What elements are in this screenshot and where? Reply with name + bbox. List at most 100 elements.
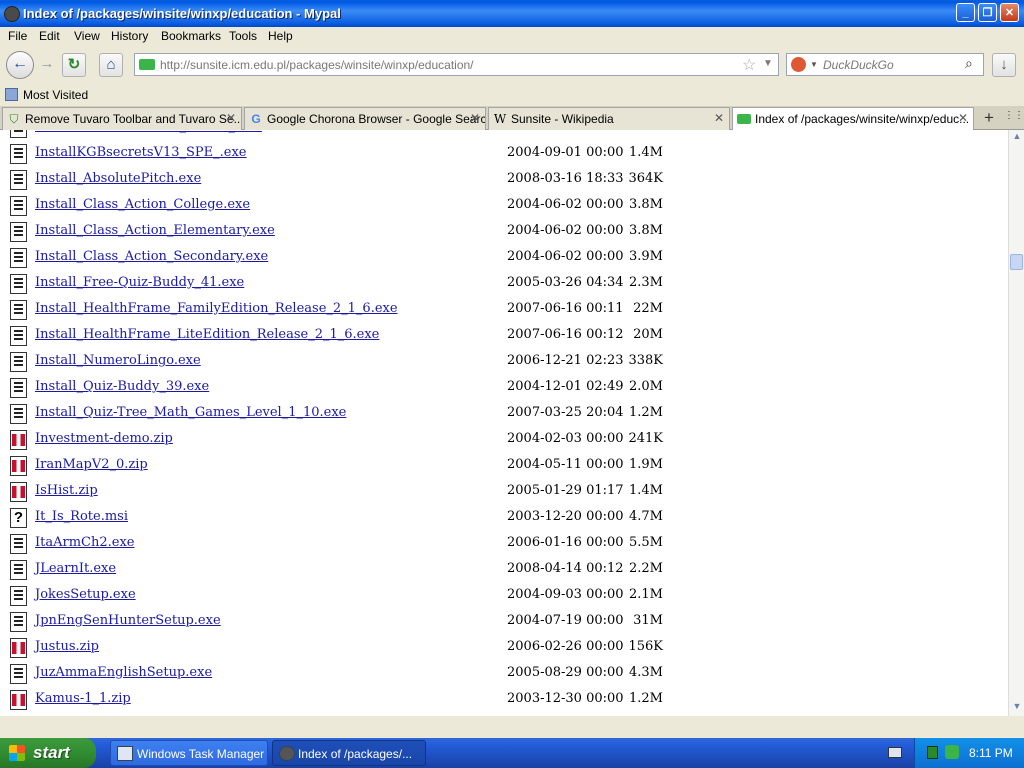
tab-tuvaro[interactable]: ⛉ Remove Tuvaro Toolbar and Tuvaro Se...… — [2, 107, 242, 130]
reload-button[interactable]: ↻ — [62, 53, 86, 77]
downloads-button[interactable]: ↓ — [992, 53, 1016, 77]
vertical-scrollbar[interactable]: ▲ ▼ — [1008, 130, 1024, 716]
menu-file[interactable]: File — [8, 29, 27, 43]
zip-file-icon — [10, 638, 27, 658]
file-link[interactable]: IranMapV2_0.zip — [35, 457, 148, 472]
file-link[interactable]: Install_Quiz-Tree_Math_Games_Level_1_10.… — [35, 405, 346, 420]
file-link[interactable]: ItaArmCh2.exe — [35, 535, 134, 550]
file-row: IsHist.zip 2005-01-29 01:17 1.4M — [0, 480, 1008, 506]
file-size: 2.2M — [629, 561, 663, 576]
menu-tools[interactable]: Tools — [229, 29, 257, 43]
binary-file-icon — [10, 196, 27, 216]
file-link[interactable]: JpnEngSenHunterSetup.exe — [35, 613, 221, 628]
file-size: 3.9M — [629, 249, 663, 264]
file-link[interactable]: It_Is_Rote.msi — [35, 509, 128, 524]
url-dropdown-icon[interactable]: ▼ — [763, 58, 773, 69]
taskbar-task-manager[interactable]: Windows Task Manager — [110, 740, 268, 766]
file-link[interactable]: Install_Class_Action_Elementary.exe — [35, 223, 275, 238]
file-link[interactable]: InstallKGBsecretsV13_MOCL_.exe — [35, 130, 262, 134]
binary-file-icon — [10, 130, 27, 138]
menu-edit[interactable]: Edit — [39, 29, 60, 43]
bookmark-most-visited[interactable]: Most Visited — [23, 88, 88, 102]
file-row: Install_Free-Quiz-Buddy_41.exe 2005-03-26… — [0, 272, 1008, 298]
task-label: Windows Task Manager — [137, 747, 265, 761]
tab-list-button[interactable]: ⋮⋮ — [1004, 110, 1024, 126]
unknown-file-icon: ? — [10, 508, 27, 528]
file-link[interactable]: Install_Free-Quiz-Buddy_41.exe — [35, 275, 244, 290]
binary-file-icon — [10, 612, 27, 632]
file-link[interactable]: Install_NumeroLingo.exe — [35, 353, 201, 368]
tab-close-icon[interactable]: ✕ — [226, 111, 236, 125]
close-button[interactable]: ✕ — [1000, 3, 1019, 22]
file-link[interactable]: Kamus-1_1.zip — [35, 691, 131, 706]
scroll-down-arrow-icon[interactable]: ▼ — [1010, 701, 1024, 715]
file-link[interactable]: JokesSetup.exe — [35, 587, 136, 602]
start-label: start — [33, 743, 70, 762]
file-link[interactable]: Install_HealthFrame_FamilyEdition_Releas… — [35, 301, 398, 316]
file-link[interactable]: InstallKGBsecretsV13_SPE_.exe — [35, 145, 247, 160]
file-link[interactable]: IsHist.zip — [35, 483, 98, 498]
url-text[interactable]: http://sunsite.icm.edu.pl/packages/winsi… — [160, 58, 474, 72]
bookmarks-bar: Most Visited — [0, 84, 1024, 106]
back-button[interactable]: ← — [6, 51, 34, 79]
tab-wikipedia[interactable]: W Sunsite - Wikipedia ✕ — [488, 107, 730, 130]
file-row: Install_Class_Action_Secondary.exe 2004-0… — [0, 246, 1008, 272]
file-row: JokesSetup.exe 2004-09-03 00:00 2.1M — [0, 584, 1008, 610]
file-date: 2004-12-01 02:49 — [507, 379, 624, 394]
menu-view[interactable]: View — [74, 29, 100, 43]
menu-bookmarks[interactable]: Bookmarks — [161, 29, 221, 43]
file-link[interactable]: Install_Class_Action_College.exe — [35, 197, 250, 212]
minimize-button[interactable]: _ — [956, 3, 975, 22]
file-date: 2004-09-01 00:00 — [507, 130, 624, 134]
file-link[interactable]: JuzAmmaEnglishSetup.exe — [35, 665, 212, 680]
search-input[interactable]: DuckDuckGo — [823, 58, 894, 72]
binary-file-icon — [10, 222, 27, 242]
file-link[interactable]: Install_Class_Action_Secondary.exe — [35, 249, 268, 264]
search-bar[interactable]: ▼ DuckDuckGo ⌕ — [786, 53, 984, 76]
keyboard-icon[interactable] — [888, 747, 902, 758]
bookmark-star-icon[interactable]: ☆ — [742, 55, 756, 75]
file-row: Investment-demo.zip 2004-02-03 00:00 241K — [0, 428, 1008, 454]
menu-history[interactable]: History — [111, 29, 148, 43]
file-date: 2004-06-02 00:00 — [507, 249, 624, 264]
file-link[interactable]: Investment-demo.zip — [35, 431, 173, 446]
tray-network-icon[interactable] — [945, 745, 959, 759]
start-button[interactable]: start — [0, 738, 96, 768]
menu-help[interactable]: Help — [268, 29, 293, 43]
window-title: Index of /packages/winsite/winxp/educati… — [23, 6, 341, 21]
file-row: Install_NumeroLingo.exe 2006-12-21 02:23 3… — [0, 350, 1008, 376]
file-link[interactable]: Install_Quiz-Buddy_39.exe — [35, 379, 209, 394]
tab-close-icon[interactable]: ✕ — [714, 111, 724, 125]
maximize-button[interactable]: ❐ — [978, 3, 997, 22]
duckduckgo-icon[interactable] — [791, 57, 806, 72]
scroll-thumb[interactable] — [1010, 254, 1023, 270]
tab-index-education[interactable]: Index of /packages/winsite/winxp/educ...… — [732, 107, 974, 130]
file-link[interactable]: JLearnIt.exe — [35, 561, 116, 576]
home-button[interactable]: ⌂ — [99, 53, 123, 77]
file-date: 2006-12-21 02:23 — [507, 353, 624, 368]
file-link[interactable]: Justus.zip — [35, 639, 99, 654]
windows-flag-icon — [9, 745, 25, 761]
scroll-up-arrow-icon[interactable]: ▲ — [1010, 131, 1024, 145]
tab-google-search[interactable]: G Google Chorona Browser - Google Search… — [244, 107, 486, 130]
tab-close-icon[interactable]: ✕ — [958, 111, 968, 125]
file-size: 338K — [628, 353, 663, 368]
file-date: 2007-06-16 00:11 — [507, 301, 624, 316]
clock[interactable]: 8:11 PM — [969, 746, 1013, 760]
file-size: 2.0M — [629, 379, 663, 394]
binary-file-icon — [10, 664, 27, 684]
file-link[interactable]: Install_AbsolutePitch.exe — [35, 171, 201, 186]
search-icon[interactable]: ⌕ — [965, 55, 973, 72]
url-bar[interactable]: http://sunsite.icm.edu.pl/packages/winsi… — [134, 53, 779, 76]
file-date: 2004-02-03 00:00 — [507, 431, 624, 446]
forward-button[interactable]: → — [35, 53, 59, 77]
new-tab-button[interactable]: + — [978, 108, 1000, 128]
tray-monitor-icon[interactable] — [927, 746, 938, 759]
search-engine-dropdown-icon[interactable]: ▼ — [810, 60, 818, 69]
navigation-toolbar: ← → ↻ ⌂ http://sunsite.icm.edu.pl/packag… — [0, 46, 1024, 84]
taskbar-mypal[interactable]: Index of /packages/... — [272, 740, 426, 766]
file-size: 2.1M — [629, 587, 663, 602]
tab-close-icon[interactable]: ✕ — [470, 111, 480, 125]
file-size: 156K — [628, 639, 663, 654]
file-link[interactable]: Install_HealthFrame_LiteEdition_Release_… — [35, 327, 379, 342]
